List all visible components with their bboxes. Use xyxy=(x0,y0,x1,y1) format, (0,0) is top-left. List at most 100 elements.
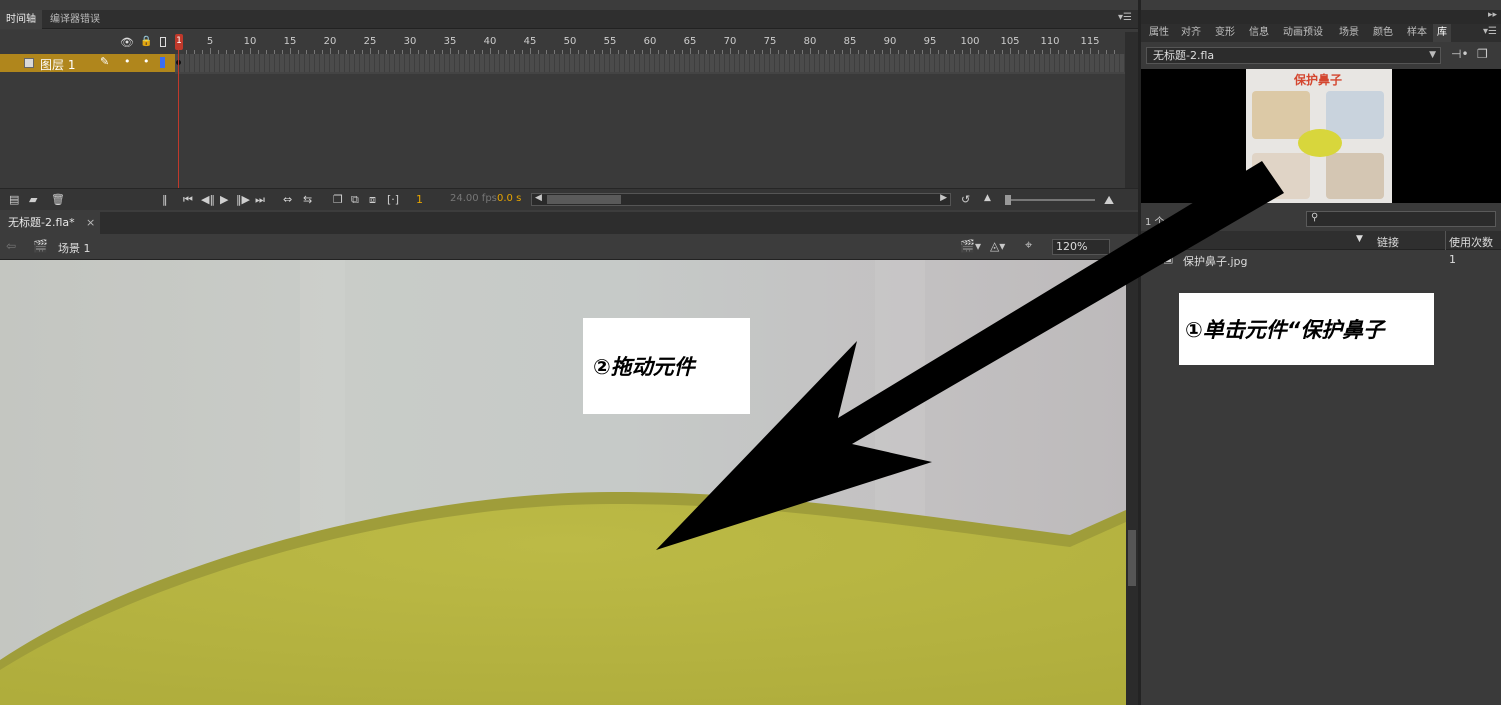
tab-align[interactable]: 对齐 xyxy=(1181,24,1201,42)
go-first-frame-icon[interactable]: ⏮ xyxy=(183,193,193,207)
thumbnail-title: 保护鼻子 xyxy=(1294,73,1343,87)
right-panel-menu-icon[interactable]: ▾☰ xyxy=(1483,26,1497,37)
edit-symbols-icon[interactable]: ◬▾ xyxy=(990,239,1005,253)
scroll-left-icon[interactable]: ◀ xyxy=(535,193,542,203)
ruler-number: 65 xyxy=(683,36,697,47)
column-use-count[interactable]: 使用次数 xyxy=(1449,234,1493,250)
panel-divider-icon: ‖ xyxy=(162,193,168,206)
library-column-header: ▼ 链接 使用次数 xyxy=(1141,231,1501,250)
ruler-number: 35 xyxy=(443,36,457,47)
document-tab[interactable]: 无标题-2.fla* × xyxy=(0,212,100,234)
zoom-out-icon[interactable]: ▲ xyxy=(984,193,991,203)
library-item-name[interactable]: 保护鼻子.jpg xyxy=(1183,253,1248,269)
lock-dot[interactable]: • xyxy=(143,55,150,68)
eye-icon[interactable]: 👁 xyxy=(120,36,134,49)
pin-icon[interactable]: ⊣• xyxy=(1451,47,1469,61)
stage-vscroll[interactable] xyxy=(1126,260,1138,705)
right-panel-tabs: 属性 对齐 变形 信息 动画预设 场景 颜色 样本 库 ▾☰ xyxy=(1141,24,1501,42)
document-tab-strip xyxy=(0,212,1138,234)
ruler-number: 70 xyxy=(723,36,737,47)
ruler-number: 15 xyxy=(283,36,297,47)
new-library-panel-icon[interactable]: ❐ xyxy=(1477,47,1488,61)
scene-label[interactable]: 场景 1 xyxy=(58,240,91,256)
ruler-number: 40 xyxy=(483,36,497,47)
fps-readout[interactable]: 24.00 fps xyxy=(450,193,497,204)
tab-properties[interactable]: 属性 xyxy=(1149,24,1169,42)
panel-dock-bar: ▸▸ xyxy=(1141,10,1501,24)
new-layer-icon[interactable]: ▤ xyxy=(9,193,19,206)
tab-library[interactable]: 库 xyxy=(1433,24,1451,42)
stage-image[interactable] xyxy=(0,260,1126,705)
zoom-in-icon[interactable]: ⛰ xyxy=(1104,193,1114,208)
ruler-number: 75 xyxy=(763,36,777,47)
tab-info[interactable]: 信息 xyxy=(1249,24,1269,42)
tab-color[interactable]: 颜色 xyxy=(1373,24,1393,42)
loop-icon[interactable]: ⇔ xyxy=(283,193,292,206)
playhead-frame-label: 1 xyxy=(176,36,182,46)
close-icon[interactable]: × xyxy=(86,212,95,234)
hscroll-thumb[interactable] xyxy=(547,195,621,204)
step-back-icon[interactable]: ◀‖ xyxy=(201,193,215,206)
timeline-vscroll[interactable] xyxy=(1125,32,1138,188)
library-search-input[interactable]: ⚲ xyxy=(1306,211,1496,227)
layer-row[interactable]: 图层 1 ✎ • • xyxy=(0,54,175,72)
layer-page-icon xyxy=(24,58,34,68)
edit-bar: ⇦ 🎬 场景 1 🎬▾ ◬▾ ⌖ 120% xyxy=(0,234,1138,260)
trash-icon[interactable]: 🗑 xyxy=(51,193,65,206)
ruler-number: 45 xyxy=(523,36,537,47)
flash-ide-window: 时间轴 编译器错误 ▾☰ 👁 🔒 15101520253035404550556… xyxy=(0,0,1501,705)
ruler-number: 90 xyxy=(883,36,897,47)
current-frame-readout[interactable]: 1 xyxy=(416,193,423,206)
scroll-right-icon[interactable]: ▶ xyxy=(940,193,947,203)
timeline-hscroll[interactable]: ◀ ▶ xyxy=(531,193,951,206)
center-stage-icon[interactable]: ⌖ xyxy=(1025,238,1032,253)
sort-arrow-icon[interactable]: ▼ xyxy=(1356,234,1363,244)
edit-multiple-frames-icon[interactable]: ⧈ xyxy=(369,193,376,207)
library-document-select[interactable]: 无标题-2.fla ▼ xyxy=(1146,47,1441,64)
panel-menu-icon[interactable]: ▾☰ xyxy=(1118,12,1132,23)
ruler-number: 60 xyxy=(643,36,657,47)
tab-scene[interactable]: 场景 xyxy=(1339,24,1359,42)
onion-skin-icon[interactable]: ❐ xyxy=(333,193,343,206)
library-item-row[interactable]: ▣ 保护鼻子.jpg 1 xyxy=(1141,251,1501,269)
playhead[interactable]: 1 xyxy=(175,32,183,188)
go-last-frame-icon[interactable]: ⏭ xyxy=(255,193,265,207)
layer-color-swatch[interactable] xyxy=(160,57,165,68)
frame-size-slider[interactable] xyxy=(1005,195,1095,205)
back-arrow-icon[interactable]: ⇦ xyxy=(6,239,16,253)
tab-transform[interactable]: 变形 xyxy=(1215,24,1235,42)
edit-scene-icon[interactable]: 🎬▾ xyxy=(960,239,981,253)
tab-swatches[interactable]: 样本 xyxy=(1407,24,1427,42)
layer-name: 图层 1 xyxy=(40,58,76,72)
lock-icon[interactable]: 🔒 xyxy=(140,36,152,47)
collapse-panel-icon[interactable]: ▸▸ xyxy=(1488,10,1497,20)
outline-icon[interactable] xyxy=(160,37,166,47)
zoom-field[interactable]: 120% xyxy=(1052,239,1110,255)
tab-compiler-errors[interactable]: 编译器错误 xyxy=(44,10,106,29)
ruler-number: 30 xyxy=(403,36,417,47)
ruler-number: 85 xyxy=(843,36,857,47)
ruler-number: 25 xyxy=(363,36,377,47)
timeline-ruler[interactable]: 1510152025303540455055606570758085909510… xyxy=(175,32,1125,54)
annotation-step2: ②拖动元件 xyxy=(583,318,750,414)
center-frame-icon[interactable]: ⇆ xyxy=(303,193,312,206)
frame-size-slider-thumb[interactable] xyxy=(1005,195,1011,205)
visible-dot[interactable]: • xyxy=(124,55,131,68)
new-folder-icon[interactable]: ▰ xyxy=(29,193,37,206)
library-thumbnail[interactable]: 保护鼻子 xyxy=(1246,69,1392,203)
annotation-step1: ①单击元件“保护鼻子 xyxy=(1179,293,1434,365)
ruler-number: 80 xyxy=(803,36,817,47)
tab-timeline[interactable]: 时间轴 xyxy=(0,10,42,29)
pencil-icon: ✎ xyxy=(100,55,110,68)
frames-row[interactable] xyxy=(175,54,1125,72)
tab-motion-presets[interactable]: 动画预设 xyxy=(1283,24,1323,42)
time-readout[interactable]: 0.0 s xyxy=(497,193,521,204)
undo-icon[interactable]: ↺ xyxy=(961,193,970,206)
stage[interactable] xyxy=(0,260,1126,705)
modify-markers-icon[interactable]: [·] xyxy=(387,193,399,206)
play-icon[interactable]: ▶ xyxy=(220,193,228,206)
column-linkage[interactable]: 链接 xyxy=(1377,234,1399,250)
onion-outline-icon[interactable]: ⧉ xyxy=(351,193,359,207)
step-forward-icon[interactable]: ‖▶ xyxy=(236,193,250,206)
stage-vscroll-thumb[interactable] xyxy=(1128,530,1136,586)
